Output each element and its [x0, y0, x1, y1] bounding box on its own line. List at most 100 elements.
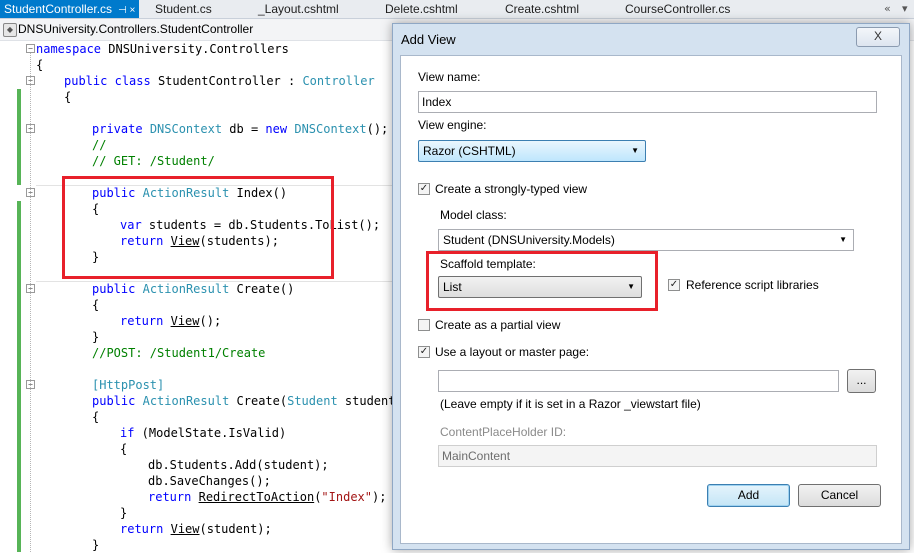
strongly-typed-checkbox[interactable]: ✓ — [418, 183, 430, 195]
dialog-title: Add View — [401, 32, 456, 47]
keyword: return — [148, 490, 192, 504]
class-icon: ◆ — [3, 23, 17, 37]
add-view-dialog: Add View X View name: Index View engine:… — [392, 23, 910, 550]
code-line-class: public class StudentController : Control… — [64, 73, 375, 89]
keyword: new — [265, 122, 288, 136]
code-token: View — [170, 522, 200, 536]
model-class-select[interactable]: Student (DNSUniversity.Models) ▼ — [438, 229, 854, 251]
code-token: db = — [222, 122, 266, 136]
keyword: if — [120, 426, 135, 440]
code-line: { — [92, 297, 99, 313]
code-token: DNSUniversity.Controllers — [101, 42, 289, 56]
tab-coursecontroller-cs[interactable]: CourseController.cs — [625, 0, 730, 18]
collapse-icon[interactable]: − — [26, 44, 35, 53]
code-line-namespace: namespace DNSUniversity.Controllers — [36, 41, 289, 57]
code-line: } — [92, 329, 99, 345]
code-token: Create() — [229, 282, 295, 296]
type-name: DNSContext — [149, 122, 223, 136]
tab-create-cshtml[interactable]: Create.cshtml — [505, 0, 579, 18]
reference-scripts-label[interactable]: Reference script libraries — [686, 278, 819, 292]
partial-view-label[interactable]: Create as a partial view — [435, 318, 560, 332]
code-token: } — [92, 538, 100, 552]
chevron-down-icon: ▼ — [631, 146, 639, 155]
tab-label: StudentController.cs — [4, 2, 113, 16]
placeholder-id-input[interactable]: MainContent — [438, 445, 877, 467]
keyword: return — [120, 314, 164, 328]
tab-list-dropdown-icon[interactable]: ▾ — [902, 0, 908, 18]
code-comment: // GET: /Student/ — [92, 154, 215, 168]
keyword: public — [64, 74, 108, 88]
model-class-label: Model class: — [440, 208, 507, 222]
type-name: Controller — [302, 74, 375, 88]
highlight-box-scaffold-template — [426, 251, 658, 311]
tab-studentcontroller[interactable]: StudentController.cs ⊣ × — [0, 0, 140, 18]
change-bar — [17, 89, 21, 185]
layout-path-input[interactable] — [438, 370, 839, 392]
view-engine-value: Razor (CSHTML) — [423, 144, 516, 158]
code-token: { — [120, 442, 128, 456]
code-line: { — [120, 441, 127, 457]
partial-view-checkbox[interactable] — [418, 319, 430, 331]
use-layout-label[interactable]: Use a layout or master page: — [435, 345, 589, 359]
code-token: (); — [199, 314, 222, 328]
tab-scroll-icon[interactable]: « — [884, 0, 891, 18]
code-line-add: db.Students.Add(student); — [148, 458, 329, 472]
code-token: View — [170, 314, 200, 328]
type-name: ActionResult — [142, 394, 230, 408]
view-engine-label: View engine: — [418, 118, 487, 132]
add-button[interactable]: Add — [707, 484, 790, 507]
type-name: DNSContext — [294, 122, 367, 136]
layout-hint-text: (Leave empty if it is set in a Razor _vi… — [440, 397, 701, 411]
view-name-input[interactable]: Index — [418, 91, 877, 113]
type-scope-dropdown[interactable]: DNSUniversity.Controllers.StudentControl… — [18, 22, 253, 36]
tab-student-cs[interactable]: Student.cs — [155, 0, 212, 18]
keyword: return — [120, 522, 164, 536]
cancel-button[interactable]: Cancel — [798, 484, 881, 507]
code-text: namespace DNSUniversity.Controllers { pu… — [36, 41, 403, 552]
strongly-typed-label[interactable]: Create a strongly-typed view — [435, 182, 587, 196]
keyword: private — [92, 122, 143, 136]
code-line-db: private DNSContext db = new DNSContext()… — [92, 121, 388, 137]
code-token: } — [120, 506, 128, 520]
type-name: Student — [287, 394, 338, 408]
code-token: (student); — [199, 522, 272, 536]
editor-tab-bar: StudentController.cs ⊣ × Student.cs _Layo… — [0, 0, 914, 19]
close-button[interactable]: X — [856, 27, 900, 47]
code-line-redirect: return RedirectToAction("Index"); — [148, 489, 386, 505]
code-line-if: if (ModelState.IsValid) — [120, 425, 286, 441]
code-token: (ModelState.IsValid) — [134, 426, 287, 440]
keyword: public — [92, 394, 136, 408]
code-line: { — [64, 89, 71, 105]
type-name: ActionResult — [142, 282, 230, 296]
code-token: RedirectToAction — [198, 490, 315, 504]
code-line: } — [120, 505, 127, 521]
tab-delete-cshtml[interactable]: Delete.cshtml — [385, 0, 458, 18]
code-line-create-post-signature: public ActionResult Create(Student stude… — [92, 393, 403, 409]
code-line-return: return View(); — [120, 313, 221, 329]
string-literal: "Index" — [321, 490, 372, 504]
code-line: } — [92, 537, 99, 553]
keyword: class — [114, 74, 151, 88]
view-engine-select[interactable]: Razor (CSHTML) ▼ — [418, 140, 646, 162]
code-token: { — [36, 58, 44, 72]
reference-scripts-checkbox[interactable]: ✓ — [668, 279, 680, 291]
code-line-create-signature: public ActionResult Create() — [92, 281, 294, 297]
model-class-value: Student (DNSUniversity.Models) — [443, 233, 615, 247]
keyword: public — [92, 282, 136, 296]
view-name-label: View name: — [418, 70, 481, 84]
code-token: } — [92, 330, 100, 344]
code-token: ); — [372, 490, 387, 504]
code-token: { — [92, 298, 100, 312]
code-token: { — [92, 410, 100, 424]
code-line: { — [92, 409, 99, 425]
code-token: { — [64, 90, 72, 104]
code-token: Create( — [229, 394, 288, 408]
code-line: { — [36, 57, 43, 73]
use-layout-checkbox[interactable]: ✓ — [418, 346, 430, 358]
browse-button[interactable]: ... — [847, 369, 876, 393]
code-comment: //POST: /Student1/Create — [92, 346, 266, 360]
tab-layout-cshtml[interactable]: _Layout.cshtml — [258, 0, 339, 18]
tab-pin-close-icon[interactable]: ⊣ × — [118, 5, 135, 16]
chevron-down-icon: ▼ — [839, 235, 847, 244]
fold-guide — [30, 53, 31, 552]
